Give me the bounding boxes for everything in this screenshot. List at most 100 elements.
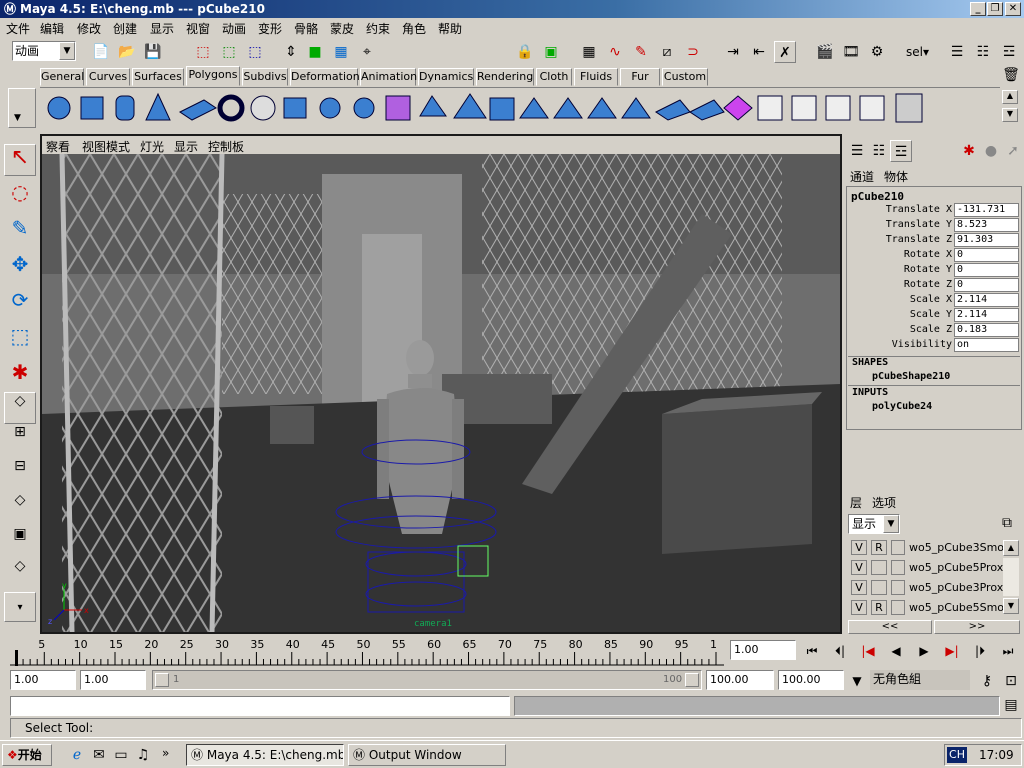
minimize-button[interactable]: _ [970, 2, 986, 16]
output-ops-icon[interactable]: ⇤ [748, 41, 770, 63]
layer-visibility-toggle[interactable]: V [851, 600, 867, 615]
channel-attr-label[interactable]: Translate Z [850, 234, 952, 245]
channel-attr-label[interactable]: Rotate Z [850, 279, 952, 290]
shelf-tab-rendering[interactable]: Rendering [476, 68, 534, 86]
layer-color-swatch[interactable] [891, 560, 905, 575]
shelf-tab-general[interactable]: General [40, 68, 84, 86]
layer-type-toggle[interactable]: R [871, 540, 887, 555]
layer-nav-left[interactable]: << [848, 620, 932, 634]
manipulator-tool-icon[interactable]: ✱ [4, 360, 36, 392]
menu-modify[interactable]: 修改 [77, 20, 101, 37]
playback-end-field[interactable]: 100.00 [706, 670, 774, 690]
layer-color-swatch[interactable] [891, 540, 905, 555]
start-time-field[interactable]: 1.00 [10, 670, 76, 690]
channel-attr-value[interactable]: 91.303 [954, 233, 1019, 247]
input-ops-icon[interactable]: ⇥ [722, 41, 744, 63]
animation-prefs-icon[interactable]: ⊡ [1000, 670, 1022, 692]
menu-display[interactable]: 显示 [150, 20, 174, 37]
layer-name[interactable]: wo5_pCube5ProxyN [909, 561, 1005, 574]
snap-point-icon[interactable]: ✎ [630, 41, 652, 63]
menu-edit[interactable]: 编辑 [40, 20, 64, 37]
outlook-icon[interactable]: ✉ [88, 744, 110, 766]
channel-attr-value[interactable]: on [954, 338, 1019, 352]
layer-nav-right[interactable]: >> [934, 620, 1020, 634]
object-name[interactable]: pCube210 [851, 190, 904, 203]
step-forward-icon[interactable]: |⏵ [968, 640, 992, 662]
shelf-tab-fluids[interactable]: Fluids [574, 68, 618, 86]
move-tool-icon[interactable]: ✥ [4, 252, 36, 284]
both-mode-icon[interactable]: ☲ [890, 140, 912, 162]
channel-attr-value[interactable]: 0 [954, 263, 1019, 277]
script-editor-icon[interactable]: ▤ [1000, 694, 1022, 716]
range-slider-left-handle[interactable] [155, 673, 169, 687]
trash-icon[interactable]: 🗑 [1000, 64, 1022, 86]
save-scene-icon[interactable]: 💾 [142, 41, 164, 63]
render-icon[interactable]: 🎬 [814, 41, 836, 63]
step-forward-key-icon[interactable]: ▶| [940, 640, 964, 662]
layer-row[interactable]: Vwo5_pCube3ProxyN [849, 578, 1005, 597]
current-time-marker[interactable] [15, 650, 18, 666]
select-hierarchy-icon[interactable]: ⬚ [192, 41, 214, 63]
channel-attr-label[interactable]: Translate Y [850, 219, 952, 230]
shelf-scroll-down[interactable]: ▼ [1002, 108, 1018, 122]
channel-attr-value[interactable]: 2.114 [954, 293, 1019, 307]
select-tool-icon[interactable]: ↖ [4, 144, 36, 176]
shape-node-name[interactable]: pCubeShape210 [872, 371, 950, 382]
attribute-editor-icon[interactable]: ☰ [946, 41, 968, 63]
arrow-icon[interactable]: ➚ [1002, 140, 1024, 162]
channel-box-mode-icon[interactable]: ☰ [846, 140, 868, 162]
menu-skin[interactable]: 蒙皮 [330, 20, 354, 37]
command-line-input[interactable] [10, 696, 510, 716]
layer-scroll-up[interactable]: ▲ [1003, 540, 1019, 556]
menu-skeleton[interactable]: 骨骼 [294, 20, 318, 37]
layer-menu-options[interactable]: 选项 [872, 494, 896, 511]
highlight-icon[interactable]: ▣ [540, 41, 562, 63]
layer-editor-mode-icon[interactable]: ☷ [868, 140, 890, 162]
channel-attr-label[interactable]: Translate X [850, 204, 952, 215]
menu-animate[interactable]: 动画 [222, 20, 246, 37]
sphere-icon[interactable]: ● [980, 140, 1002, 162]
range-slider-right-handle[interactable] [685, 673, 699, 687]
create-layer-icon[interactable]: ⧉ [996, 512, 1018, 534]
shelf-menu-button[interactable]: ▼ [8, 88, 36, 128]
single-perspective-layout-icon[interactable]: ◇ [4, 392, 36, 424]
shelf-tab-polygons[interactable]: Polygons [186, 66, 240, 86]
channel-attr-value[interactable]: -131.731 [954, 203, 1019, 217]
layer-row[interactable]: Vwo5_pCube5ProxyN [849, 558, 1005, 577]
channel-attr-label[interactable]: Rotate Y [850, 264, 952, 275]
menu-character[interactable]: 角色 [402, 20, 426, 37]
start-button[interactable]: ❖开始 [2, 744, 52, 766]
menu-help[interactable]: 帮助 [438, 20, 462, 37]
tool-settings-icon[interactable]: ☷ [972, 41, 994, 63]
construction-history-icon[interactable]: ✗ [774, 41, 796, 63]
layer-color-swatch[interactable] [891, 600, 905, 615]
channel-attr-value[interactable]: 8.523 [954, 218, 1019, 232]
layer-scrollbar-track[interactable] [1003, 558, 1019, 596]
desktop-icon[interactable]: ▭ [110, 744, 132, 766]
menu-deform[interactable]: 变形 [258, 20, 282, 37]
end-time-field[interactable]: 100.00 [778, 670, 844, 690]
ime-indicator[interactable]: CH [947, 747, 967, 763]
layer-row[interactable]: V Rwo5_pCube3Smoot [849, 538, 1005, 557]
close-button[interactable]: ✕ [1005, 2, 1021, 16]
channel-attr-label[interactable]: Scale X [850, 294, 952, 305]
play-forward-icon[interactable]: ▶ [912, 640, 936, 662]
persp-trax-layout-icon[interactable]: ◇ [4, 558, 36, 590]
select-component-icon[interactable]: ⬚ [244, 41, 266, 63]
go-to-start-icon[interactable]: ⏮ [800, 640, 824, 662]
shelf-tab-deformation[interactable]: Deformation [290, 68, 360, 86]
layer-scroll-down[interactable]: ▼ [1003, 598, 1019, 614]
shelf-tab-fur[interactable]: Fur [620, 68, 660, 86]
snap-plane-icon[interactable]: ⧄ [656, 41, 678, 63]
mask-icon[interactable]: ⇕ [280, 41, 302, 63]
channel-attr-value[interactable]: 2.114 [954, 308, 1019, 322]
shelf-tab-surfaces[interactable]: Surfaces [132, 68, 184, 86]
menu-constrain[interactable]: 约束 [366, 20, 390, 37]
layer-type-toggle[interactable] [871, 560, 887, 575]
channel-attr-label[interactable]: Rotate X [850, 249, 952, 260]
make-live-icon[interactable]: ⊃ [682, 41, 704, 63]
auto-key-icon[interactable]: ⚷ [976, 670, 998, 692]
open-scene-icon[interactable]: 📂 [116, 41, 138, 63]
task-output-window[interactable]: Ⓜ Output Window [348, 744, 506, 766]
select-object-icon[interactable]: ⬚ [218, 41, 240, 63]
